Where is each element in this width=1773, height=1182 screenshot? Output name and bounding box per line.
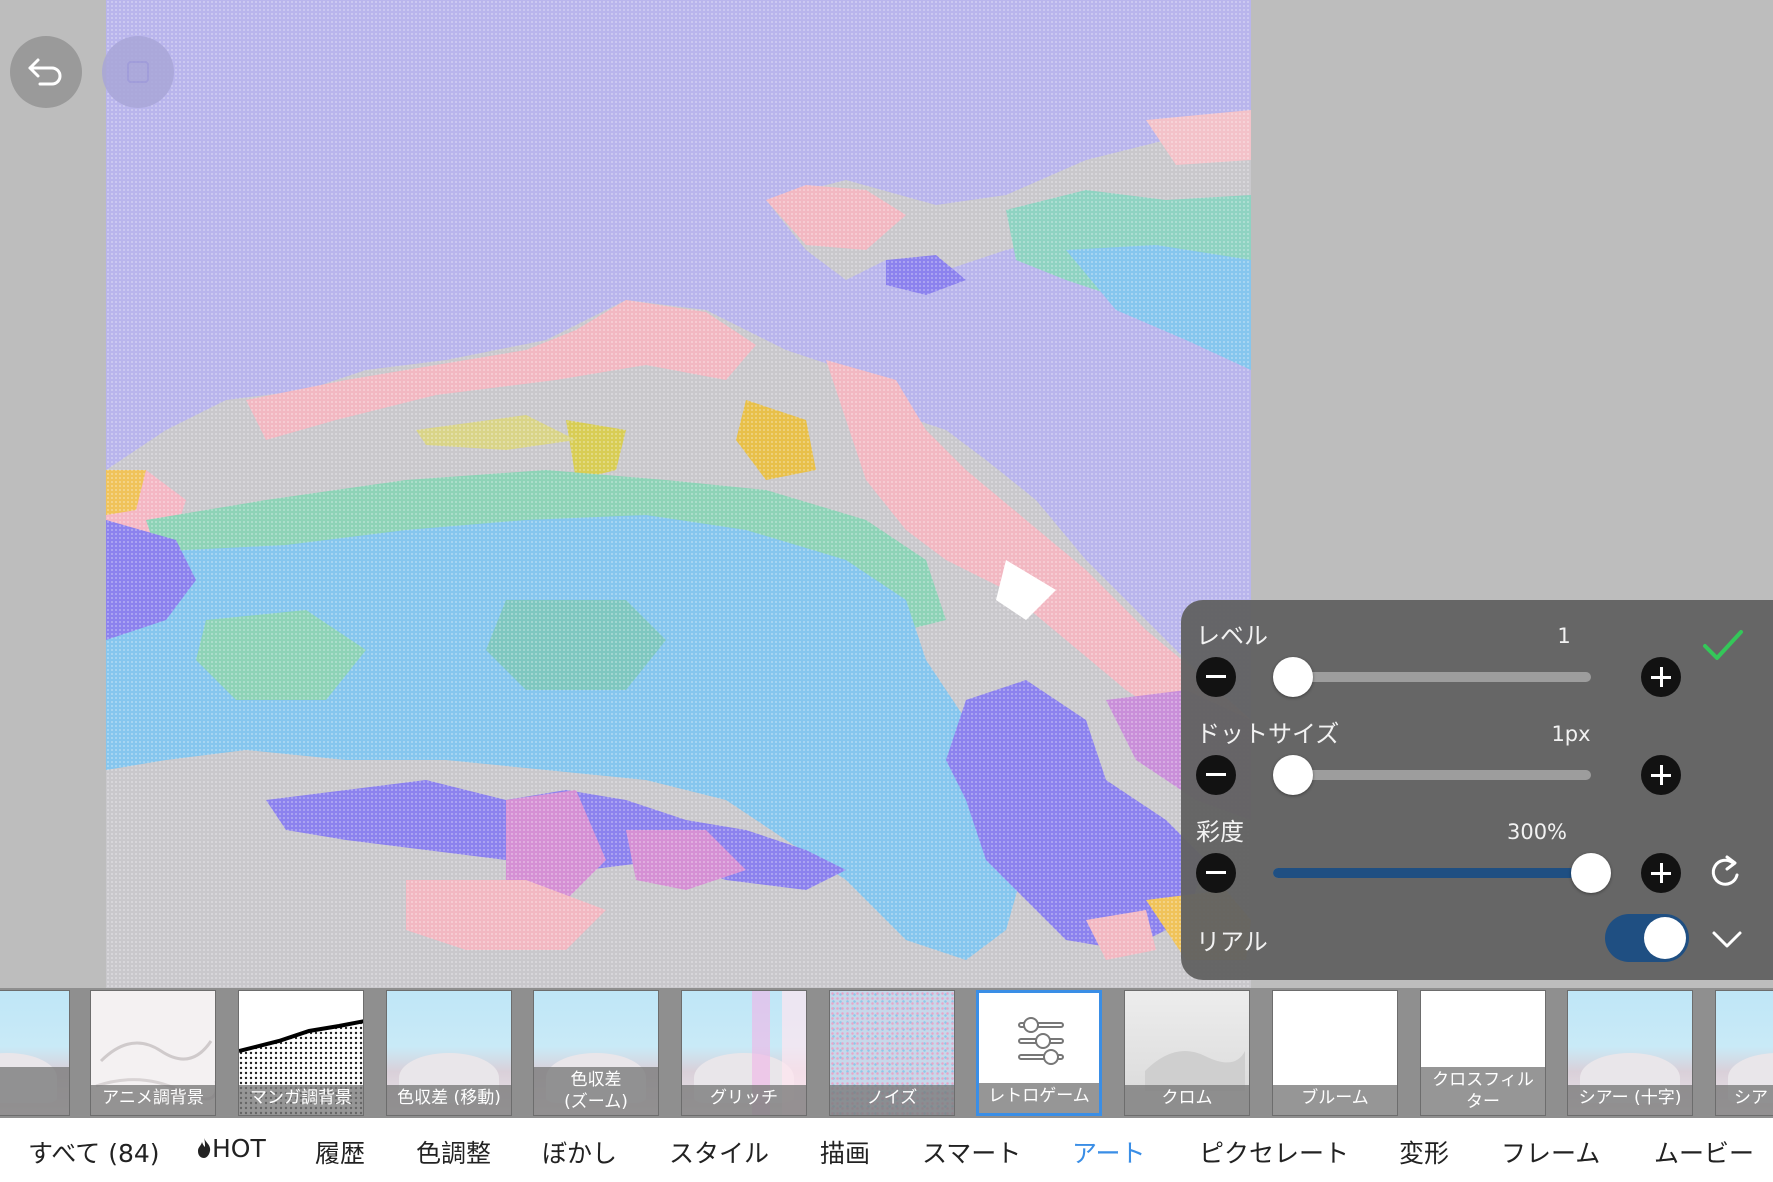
real-label: リアル [1196,928,1268,956]
saturation-label: 彩度 [1196,818,1244,846]
tab-color-adjust[interactable]: 色調整 [416,1134,491,1170]
undo-button[interactable] [10,36,82,108]
level-slider-thumb[interactable] [1273,657,1313,697]
filter-thumb-chromatic-zoom[interactable]: 色収差 (ズーム) [533,990,659,1116]
tab-style[interactable]: スタイル [669,1134,769,1170]
filter-thumb-label: シア [1716,1085,1773,1115]
confirm-check-icon[interactable] [1701,628,1745,664]
pixel-dot-overlay [106,0,1251,990]
filter-thumb-anime-background[interactable]: アニメ調背景 [90,990,216,1116]
filter-thumb-cross-filter[interactable]: クロスフィル ター [1420,990,1546,1116]
minus-icon [1206,675,1226,678]
collapse-chevron-down-icon[interactable] [1711,930,1743,950]
reset-icon[interactable] [1709,853,1745,891]
filter-adjustment-panel: レベル 1 ドットサイズ 1px 彩度 300% リアル [1181,600,1773,980]
tab-frame[interactable]: フレーム [1501,1134,1600,1170]
filter-thumb-label: ノイズ [830,1085,954,1115]
level-value: 1 [1557,624,1571,648]
level-increase-button[interactable] [1641,657,1681,697]
filter-thumb-label: 色収差 (ズーム) [534,1067,658,1115]
dot-size-slider-track[interactable] [1273,770,1591,780]
saturation-slider-thumb[interactable] [1571,853,1611,893]
tab-all[interactable]: すべて (84) [28,1134,160,1170]
filter-thumb-label: ブルーム [1273,1085,1397,1115]
category-tab-bar: すべて (84) HOT 履歴 色調整 ぼかし スタイル 描画 スマート アート… [0,1118,1773,1182]
tab-art[interactable]: アート [1072,1134,1146,1170]
filter-thumb-label: シアー (十字) [1568,1085,1692,1115]
adjust-sliders-icon [1018,1017,1064,1065]
filter-thumb-label: グリッチ [682,1085,806,1115]
filter-thumb-manga-background[interactable]: マンガ調背景 [238,990,364,1116]
dot-size-increase-button[interactable] [1641,755,1681,795]
flame-icon [198,1138,211,1158]
filter-thumb-label: マンガ調背景 [239,1085,363,1115]
filter-thumb-shear-cross[interactable]: シアー (十字) [1567,990,1693,1116]
filter-thumb-label: アニメ調背景 [91,1085,215,1115]
tab-draw[interactable]: 描画 [820,1134,870,1170]
saturation-slider-fill [1273,868,1591,878]
saturation-increase-button[interactable] [1641,853,1681,893]
filter-thumb-label: 色収差 (移動) [387,1085,511,1115]
undo-arrow-icon [28,58,62,86]
image-canvas[interactable] [106,0,1251,990]
dot-size-slider-thumb[interactable] [1273,755,1313,795]
filter-thumb-none[interactable]: なし [0,990,70,1116]
tab-hot[interactable]: HOT [196,1134,266,1163]
filter-thumb-label: クロム [1125,1085,1249,1115]
tab-smart[interactable]: スマート [922,1134,1021,1170]
tab-pixelate[interactable]: ピクセレート [1199,1134,1349,1170]
tab-transform[interactable]: 変形 [1399,1134,1449,1170]
plus-icon [1651,765,1671,785]
filter-thumb-retro-game[interactable]: レトロゲーム [976,990,1102,1116]
filter-thumb-label: レトロゲーム [979,1083,1099,1113]
dot-size-decrease-button[interactable] [1196,755,1236,795]
filter-thumb-noise[interactable]: ノイズ [829,990,955,1116]
tab-history[interactable]: 履歴 [315,1134,365,1170]
filter-thumb-shear[interactable]: シア [1715,990,1773,1116]
minus-icon [1206,773,1226,776]
filter-thumb-label: なし [0,1067,69,1115]
compare-icon [127,61,149,83]
saturation-decrease-button[interactable] [1196,853,1236,893]
plus-icon [1651,667,1671,687]
minus-icon [1206,871,1226,874]
filter-thumb-chromatic-shift[interactable]: 色収差 (移動) [386,990,512,1116]
filter-thumb-label: クロスフィル ター [1421,1067,1545,1115]
filter-thumbnail-strip[interactable]: なし アニメ調背景 マンガ調背景 色収差 (移動) 色収差 (ズーム) グリッチ… [0,988,1773,1118]
plus-icon [1651,863,1671,883]
dot-size-label: ドットサイズ [1196,720,1340,748]
tab-hot-label: HOT [212,1134,266,1163]
tab-movie[interactable]: ムービー [1654,1134,1754,1170]
level-decrease-button[interactable] [1196,657,1236,697]
real-toggle[interactable] [1605,914,1689,962]
saturation-value: 300% [1506,820,1568,844]
dot-size-value: 1px [1551,722,1591,746]
filter-thumb-chrome[interactable]: クロム [1124,990,1250,1116]
tab-blur[interactable]: ぼかし [542,1134,617,1170]
filter-thumb-bloom[interactable]: ブルーム [1272,990,1398,1116]
toggle-knob [1644,917,1686,959]
compare-button[interactable] [102,36,174,108]
filter-thumb-glitch[interactable]: グリッチ [681,990,807,1116]
level-label: レベル [1196,622,1268,650]
level-slider-track[interactable] [1273,672,1591,682]
